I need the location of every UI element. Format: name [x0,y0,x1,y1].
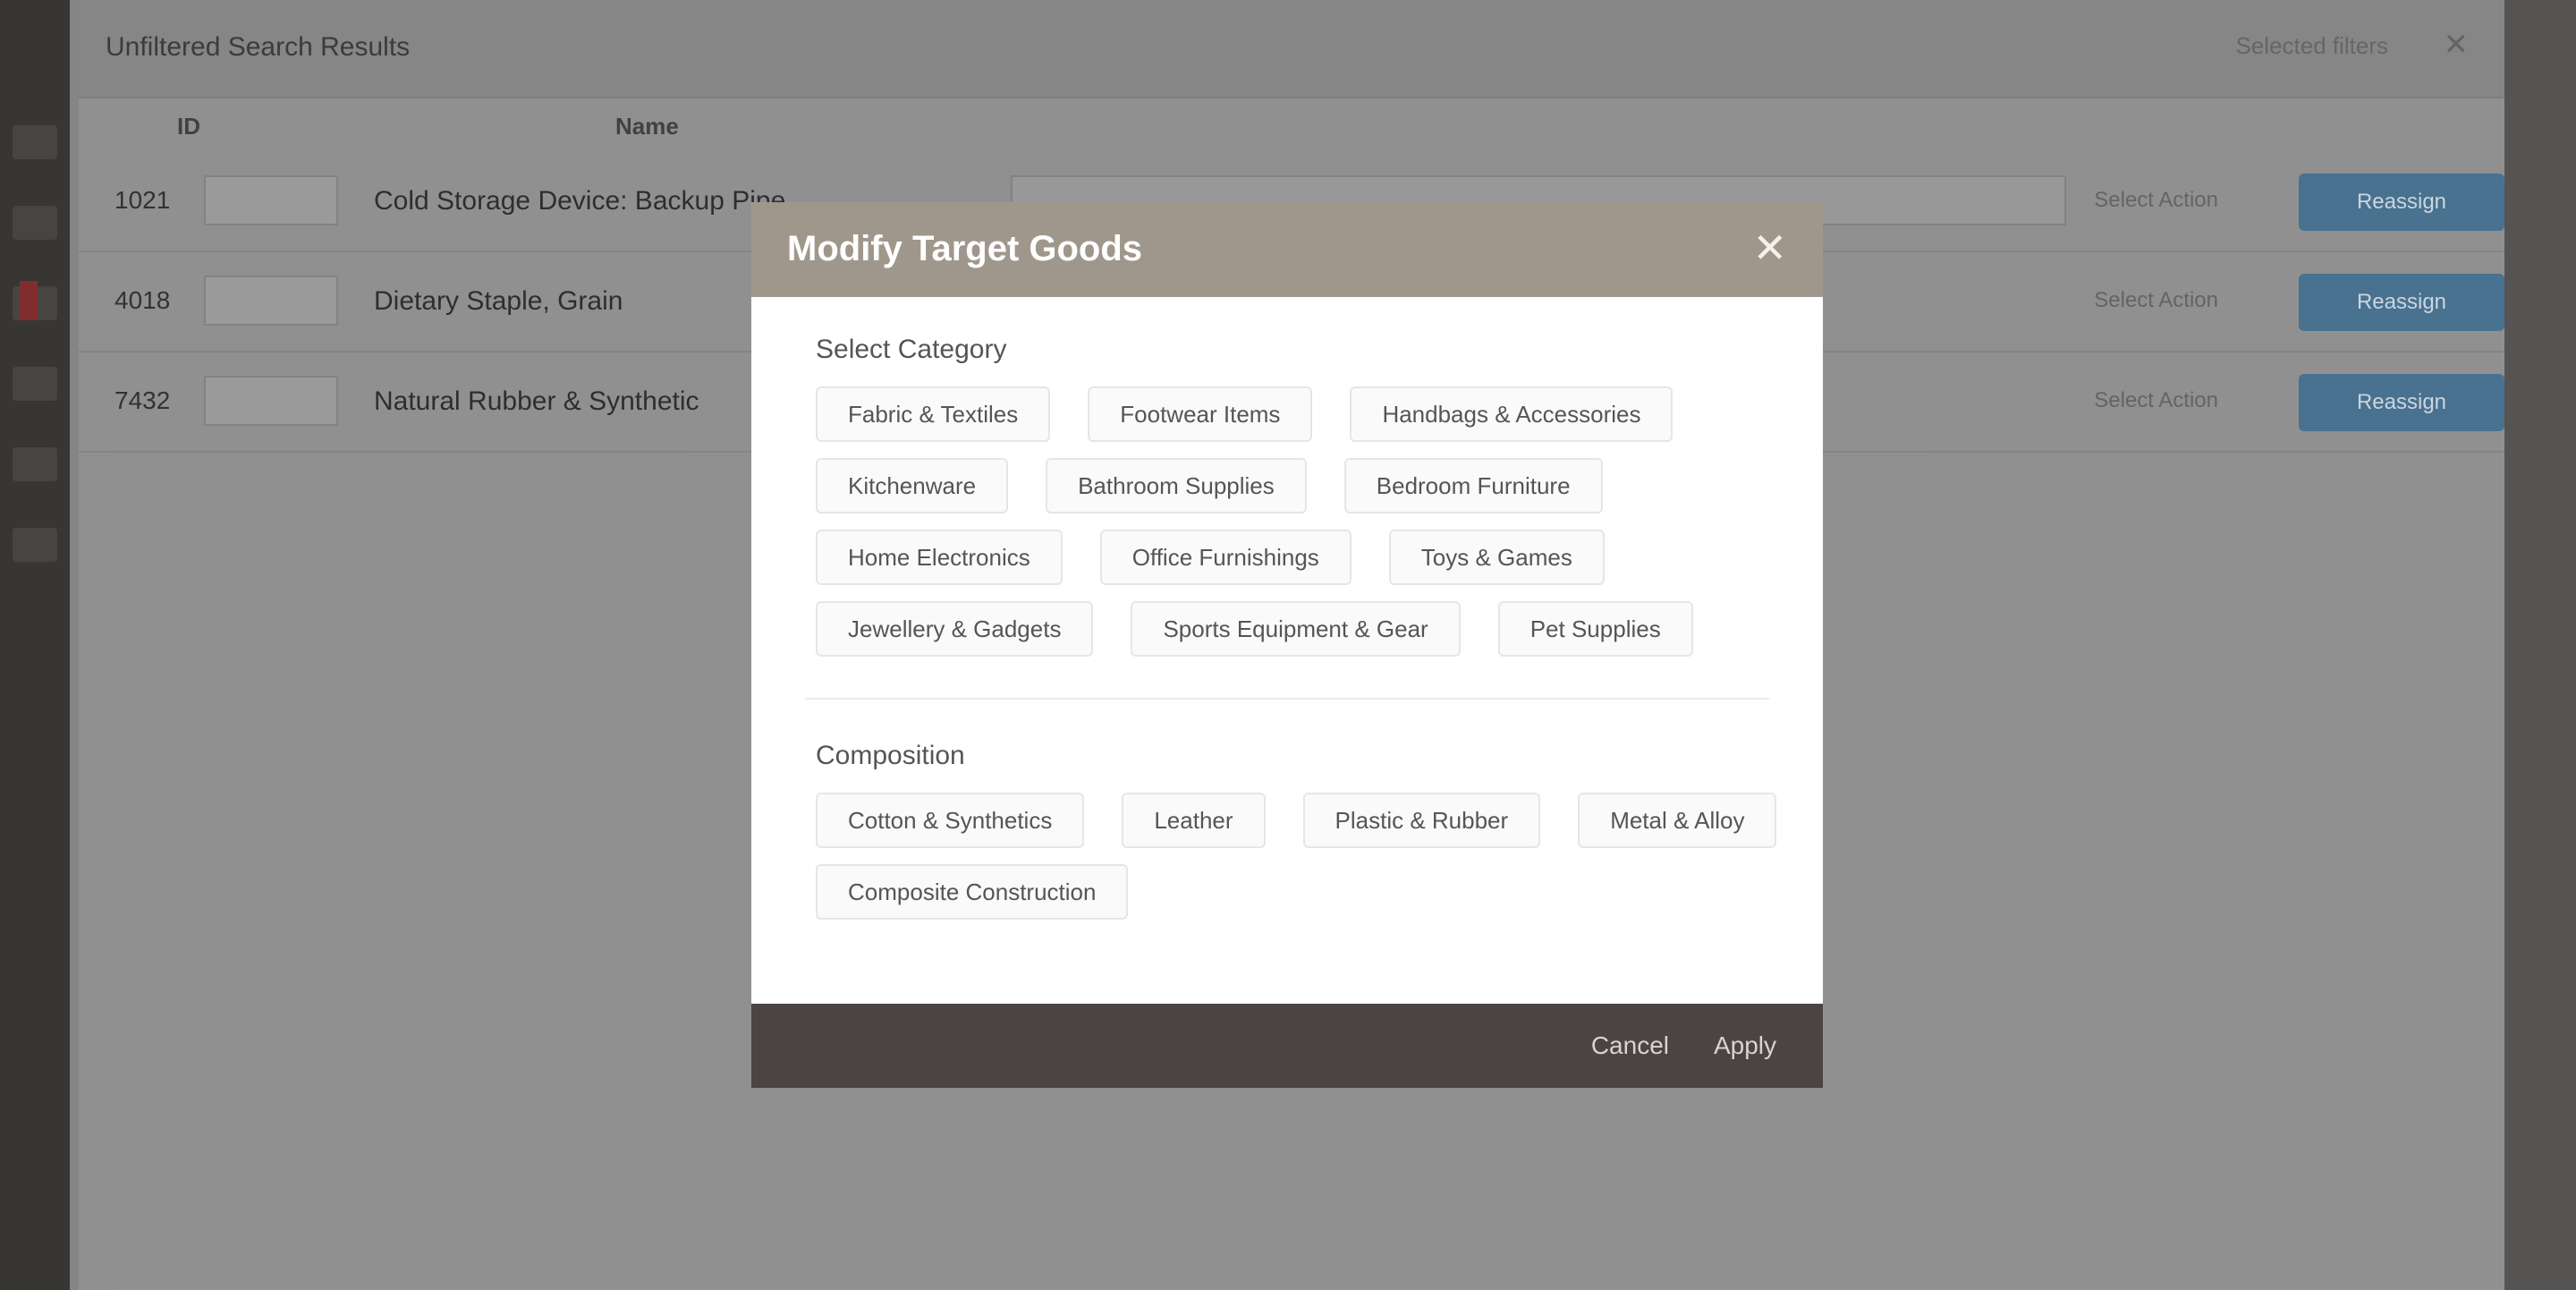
composition-chip[interactable]: Composite Construction [816,864,1129,920]
category-chip[interactable]: Sports Equipment & Gear [1131,601,1461,657]
category-chip[interactable]: Bathroom Supplies [1046,458,1307,513]
category-chip[interactable]: Pet Supplies [1497,601,1693,657]
chip-row: Fabric & Textiles Footwear Items Handbag… [816,386,1674,442]
category-chip[interactable]: Toys & Games [1388,530,1605,585]
cancel-button[interactable]: Cancel [1572,1023,1689,1068]
chip-row: Kitchenware Bathroom Supplies Bedroom Fu… [816,458,1603,513]
chip-row: Home Electronics Office Furnishings Toys… [816,530,1605,585]
modify-goods-dialog: Modify Target Goods ✕ Select Category Fa… [751,202,1823,1088]
category-chip[interactable]: Handbags & Accessories [1350,386,1674,442]
category-chip[interactable]: Bedroom Furniture [1343,458,1603,513]
composition-chip[interactable]: Cotton & Synthetics [816,793,1085,848]
composition-chip[interactable]: Leather [1122,793,1266,848]
composition-chip[interactable]: Metal & Alloy [1578,793,1777,848]
category-chip[interactable]: Jewellery & Gadgets [816,601,1094,657]
section-label-composition: Composition [816,741,965,770]
category-chip[interactable]: Office Furnishings [1099,530,1352,585]
apply-button[interactable]: Apply [1694,1023,1796,1068]
chip-row: Jewellery & Gadgets Sports Equipment & G… [816,601,1693,657]
category-chip[interactable]: Footwear Items [1088,386,1313,442]
composition-chip[interactable]: Plastic & Rubber [1302,793,1541,848]
section-label-category: Select Category [816,335,1007,364]
category-chip[interactable]: Home Electronics [816,530,1063,585]
dialog-header: Modify Target Goods ✕ [751,202,1823,297]
dialog-footer: Cancel Apply [751,1004,1823,1088]
chip-row: Composite Construction [816,864,1129,920]
chip-row: Cotton & Synthetics Leather Plastic & Ru… [816,793,1777,848]
dialog-body: Select Category Fabric & Textiles Footwe… [751,297,1823,1004]
category-chip[interactable]: Fabric & Textiles [816,386,1051,442]
section-divider [805,698,1769,700]
category-chip[interactable]: Kitchenware [816,458,1009,513]
close-icon[interactable]: ✕ [1752,224,1787,272]
dialog-title: Modify Target Goods [787,229,1143,268]
